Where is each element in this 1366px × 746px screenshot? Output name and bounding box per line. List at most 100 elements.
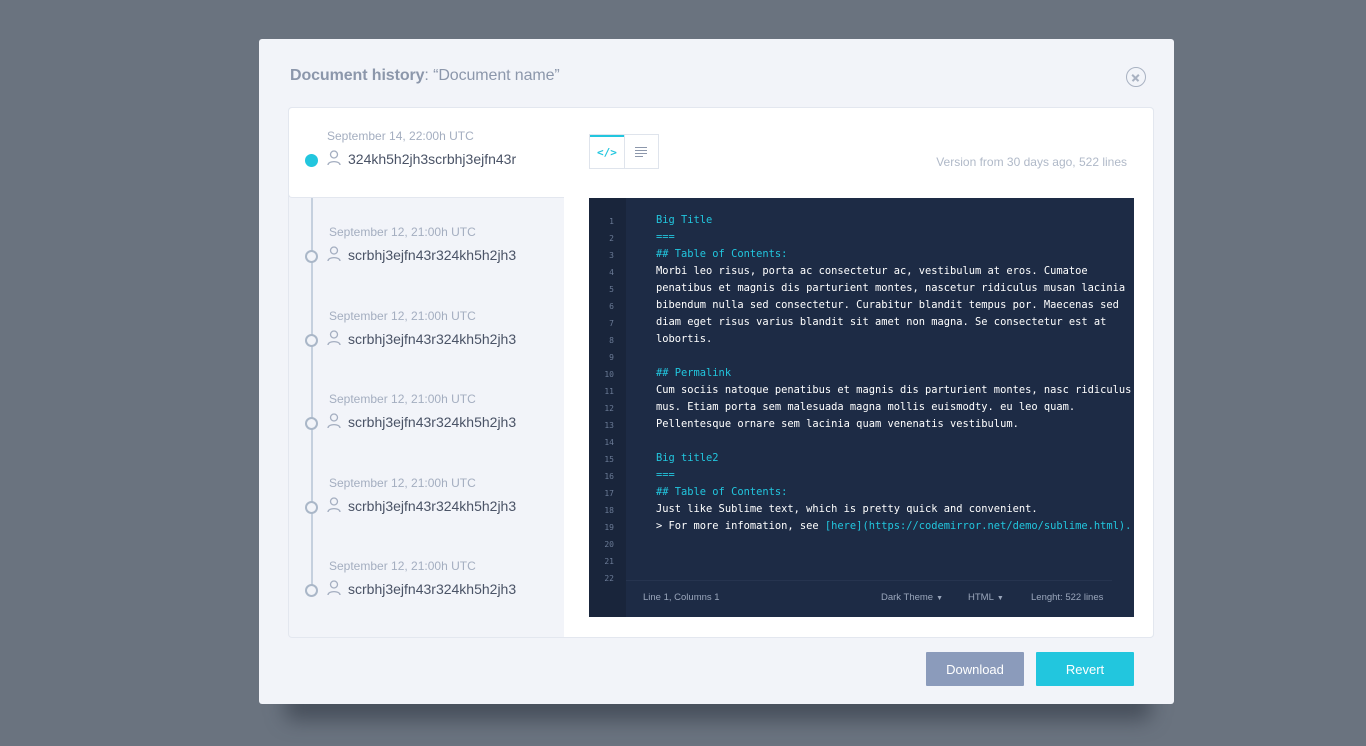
code-line-text: Morbi leo risus, porta ac consectetur ac… (656, 265, 1088, 277)
line-number: 8 (609, 336, 614, 345)
line-number: 11 (604, 387, 614, 396)
history-entry-date: September 12, 21:00h UTC (329, 476, 476, 490)
code-line: Cum sociis natoque penatibus et magnis d… (656, 382, 1131, 399)
text-view-button[interactable] (623, 135, 658, 168)
history-entry-hash: 324kh5h2jh3scrbhj3ejfn43r (348, 151, 517, 167)
code-line-text: > For more infomation, see (656, 520, 825, 532)
code-line-text: diam eget risus varius blandit sit amet … (656, 316, 1107, 328)
code-line: bibendum nulla sed consectetur. Curabitu… (656, 297, 1119, 314)
code-line-text: ## Table of Contents: (656, 486, 788, 498)
code-line: > For more infomation, see [here](https:… (656, 518, 1131, 535)
line-number-gutter: 1 2 3 4 5 6 7 8 9 10 11 12 13 14 15 16 17 18 19 20 21 22 (589, 198, 626, 617)
dialog-title: Document history: “Document name” (290, 67, 560, 85)
code-line: ## Table of Contents: (656, 484, 787, 501)
code-line-text: ## Permalink (656, 367, 732, 379)
language-selector-label: HTML (968, 592, 994, 603)
code-line-text: Cum sociis natoque penatibus et magnis d… (656, 384, 1132, 396)
code-line: Just like Sublime text, which is pretty … (656, 501, 1038, 518)
code-view-button[interactable]: </> (590, 135, 624, 168)
code-line: Pellentesque ornare sem lacinia quam ven… (656, 416, 1019, 433)
line-number: 3 (609, 251, 614, 260)
user-icon (327, 246, 341, 262)
user-icon (327, 330, 341, 346)
code-line: Big title2 (656, 450, 719, 467)
theme-selector[interactable]: Dark Theme ▼ (881, 592, 943, 603)
document-history-dialog: Document history: “Document name” Septem… (259, 39, 1174, 704)
code-editor[interactable]: 1 2 3 4 5 6 7 8 9 10 11 12 13 14 15 16 17 18 19 20 21 22 Big … (589, 198, 1134, 617)
close-icon[interactable] (1126, 67, 1146, 87)
code-line-text: lobortis. (656, 333, 713, 345)
history-entry-hash: scrbhj3ejfn43r324kh5h2jh3 (348, 498, 517, 514)
history-entry-date: September 14, 22:00h UTC (327, 129, 474, 143)
user-icon (327, 150, 341, 166)
theme-selector-label: Dark Theme (881, 592, 934, 603)
code-line: ## Permalink (656, 365, 731, 382)
line-number: 1 (609, 217, 614, 226)
status-divider (626, 580, 1112, 581)
history-entry-date: September 12, 21:00h UTC (329, 309, 476, 323)
code-line-text: bibendum nulla sed consectetur. Curabitu… (656, 299, 1119, 311)
language-selector[interactable]: HTML ▼ (968, 592, 1004, 603)
line-number: 20 (604, 540, 614, 549)
caret-down-icon: ▼ (936, 595, 944, 602)
code-line: === (656, 467, 675, 484)
line-number: 13 (604, 421, 614, 430)
line-number: 22 (604, 574, 614, 583)
version-info: Version from 30 days ago, 522 lines (936, 155, 1127, 169)
dialog-title-document-name: : “Document name” (424, 67, 560, 84)
code-line: diam eget risus varius blandit sit amet … (656, 314, 1106, 331)
timeline-dot (305, 334, 318, 347)
line-number: 7 (609, 319, 614, 328)
text-lines-icon (635, 146, 648, 157)
code-line: === (656, 229, 675, 246)
document-length-value: 522 lines (1065, 592, 1104, 603)
timeline-dot (305, 417, 318, 430)
history-entry-date: September 12, 21:00h UTC (329, 559, 476, 573)
history-entry-hash: scrbhj3ejfn43r324kh5h2jh3 (348, 581, 517, 597)
revert-button[interactable]: Revert (1036, 652, 1134, 686)
download-button[interactable]: Download (926, 652, 1024, 686)
timeline-dot (305, 584, 318, 597)
code-link[interactable]: [here](https://codemirror.net/demo/subli… (825, 520, 1132, 532)
line-number: 15 (604, 455, 614, 464)
code-line: lobortis. (656, 331, 712, 348)
line-number: 5 (609, 285, 614, 294)
caret-down-icon: ▼ (996, 595, 1004, 602)
user-icon (327, 413, 341, 429)
code-line-text: mus. Etiam porta sem malesuada magna mol… (656, 401, 1076, 413)
line-number: 4 (609, 268, 614, 277)
document-length: Lenght: 522 lines (1031, 592, 1103, 603)
line-number: 14 (604, 438, 614, 447)
history-entry-date: September 12, 21:00h UTC (329, 392, 476, 406)
history-entry-hash: scrbhj3ejfn43r324kh5h2jh3 (348, 247, 517, 263)
timeline-dot (305, 154, 318, 167)
code-line-text: === (656, 231, 675, 243)
code-line-text: Big Title (656, 214, 713, 226)
code-line: penatibus et magnis dis parturient monte… (656, 280, 1125, 297)
history-entry-hash: scrbhj3ejfn43r324kh5h2jh3 (348, 331, 517, 347)
line-number: 19 (604, 523, 614, 532)
code-line-text: Pellentesque ornare sem lacinia quam ven… (656, 418, 1019, 430)
code-line-text: ## Table of Contents: (656, 248, 788, 260)
cursor-position: Line 1, Columns 1 (643, 592, 720, 603)
code-line: mus. Etiam porta sem malesuada magna mol… (656, 399, 1075, 416)
line-number: 12 (604, 404, 614, 413)
line-number: 21 (604, 557, 614, 566)
code-line: ## Table of Contents: (656, 246, 787, 263)
code-line-text: === (656, 469, 675, 481)
user-icon (327, 580, 341, 596)
code-line: Big Title (656, 212, 712, 229)
history-entry-hash: scrbhj3ejfn43r324kh5h2jh3 (348, 414, 517, 430)
line-number: 6 (609, 302, 614, 311)
dialog-title-bold: Document history (290, 67, 425, 84)
code-line-text: Big title2 (656, 452, 719, 464)
line-number: 2 (609, 234, 614, 243)
line-number: 16 (604, 472, 614, 481)
history-entry-date: September 12, 21:00h UTC (329, 225, 476, 239)
line-number: 9 (609, 353, 614, 362)
document-length-label: Lenght: (1031, 592, 1063, 603)
timeline-dot (305, 250, 318, 263)
timeline-dot (305, 501, 318, 514)
code-line-text: penatibus et magnis dis parturient monte… (656, 282, 1126, 294)
code-line: Morbi leo risus, porta ac consectetur ac… (656, 263, 1088, 280)
